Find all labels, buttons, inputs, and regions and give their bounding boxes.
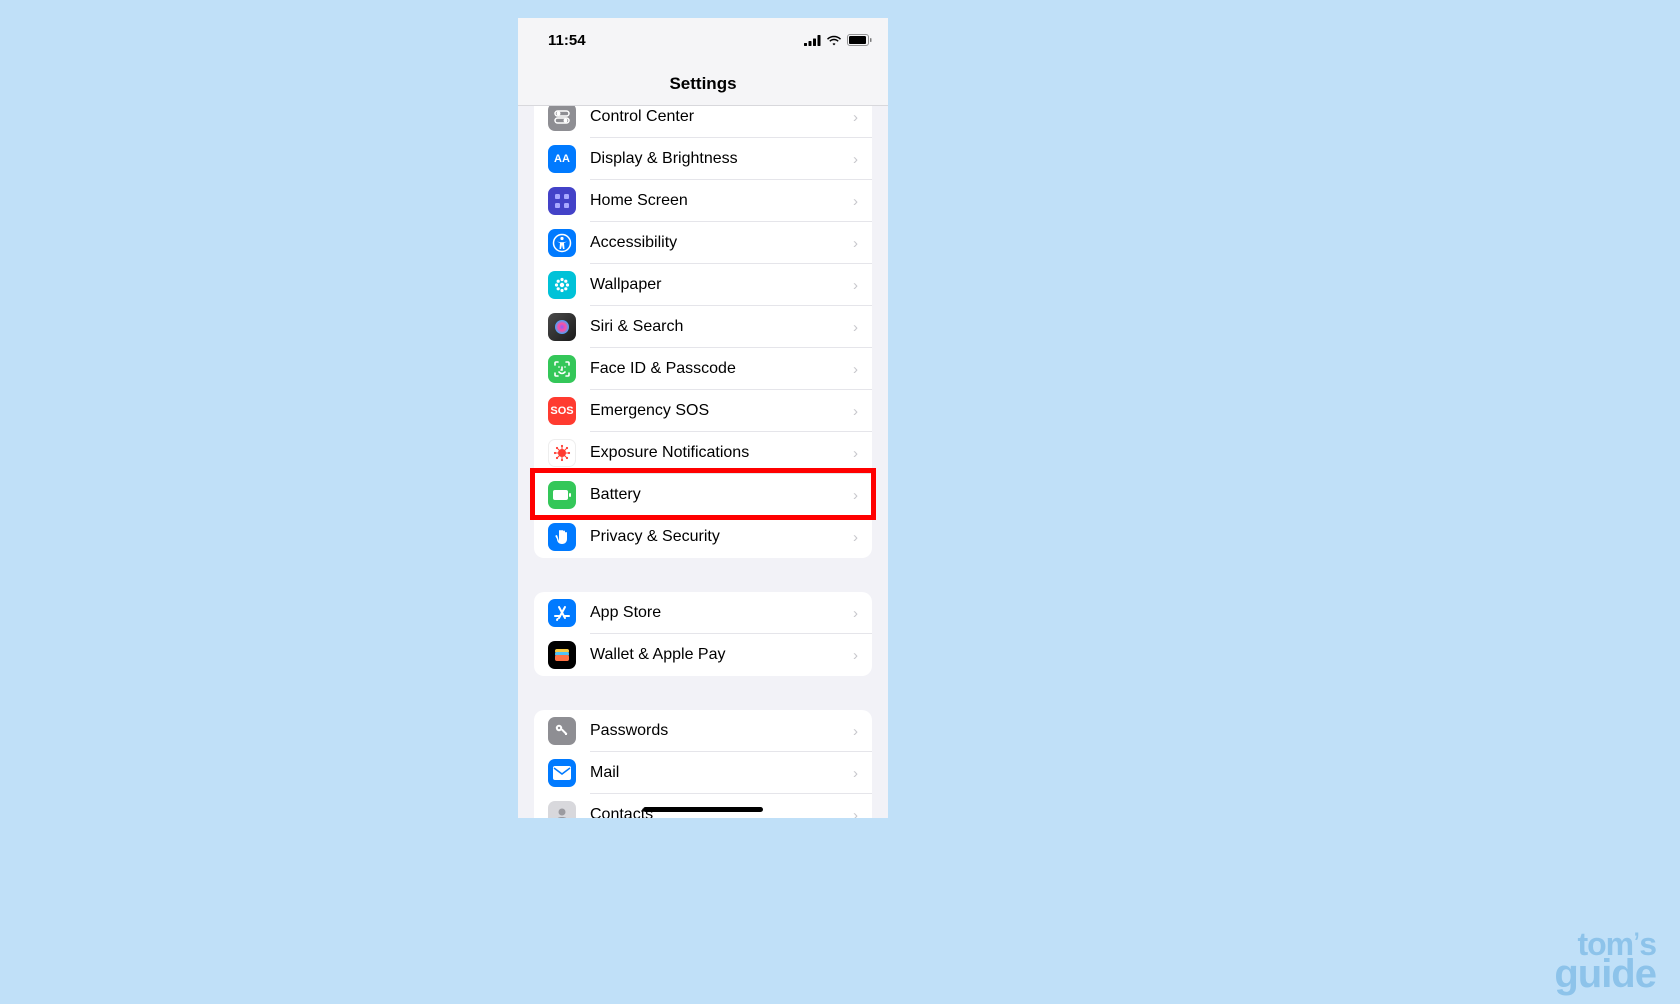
chevron-right-icon: › <box>853 647 858 664</box>
status-icons <box>804 34 872 46</box>
chevron-right-icon: › <box>853 605 858 622</box>
row-label: Battery <box>590 486 853 504</box>
row-passwords[interactable]: Passwords› <box>534 710 872 752</box>
row-mail[interactable]: Mail› <box>534 752 872 794</box>
chevron-right-icon: › <box>853 765 858 782</box>
virus-icon <box>548 439 576 467</box>
row-battery[interactable]: Battery› <box>534 474 872 516</box>
row-appstore[interactable]: App Store› <box>534 592 872 634</box>
row-label: Siri & Search <box>590 318 853 336</box>
row-privacy[interactable]: Privacy & Security› <box>534 516 872 558</box>
chevron-right-icon: › <box>853 487 858 504</box>
sos-icon: SOS <box>548 397 576 425</box>
chevron-right-icon: › <box>853 403 858 420</box>
settings-group: Control Center›AADisplay & Brightness›Ho… <box>534 106 872 558</box>
row-label: Mail <box>590 764 853 782</box>
toggles-icon <box>548 106 576 131</box>
row-exposure[interactable]: Exposure Notifications› <box>534 432 872 474</box>
wifi-icon <box>826 35 842 46</box>
settings-group: Passwords›Mail›Contacts› <box>534 710 872 818</box>
row-wallet[interactable]: Wallet & Apple Pay› <box>534 634 872 676</box>
settings-group: App Store›Wallet & Apple Pay› <box>534 592 872 676</box>
chevron-right-icon: › <box>853 361 858 378</box>
chevron-right-icon: › <box>853 319 858 336</box>
key-icon <box>548 717 576 745</box>
nav-header: Settings <box>518 62 888 106</box>
chevron-right-icon: › <box>853 151 858 168</box>
contact-icon <box>548 801 576 818</box>
chevron-right-icon: › <box>853 235 858 252</box>
text-size-icon: AA <box>548 145 576 173</box>
row-control-center[interactable]: Control Center› <box>534 106 872 138</box>
battery-icon <box>548 481 576 509</box>
page-title: Settings <box>669 74 736 94</box>
appstore-icon <box>548 599 576 627</box>
row-label: Display & Brightness <box>590 150 853 168</box>
grid-icon <box>548 187 576 215</box>
status-bar: 11:54 <box>518 18 888 62</box>
row-contacts[interactable]: Contacts› <box>534 794 872 818</box>
row-label: Exposure Notifications <box>590 444 853 462</box>
row-label: Accessibility <box>590 234 853 252</box>
row-label: Privacy & Security <box>590 528 853 546</box>
mail-icon <box>548 759 576 787</box>
row-label: Wallpaper <box>590 276 853 294</box>
chevron-right-icon: › <box>853 277 858 294</box>
flower-icon <box>548 271 576 299</box>
battery-status-icon <box>847 34 872 46</box>
row-display[interactable]: AA Display & Brightness› <box>534 138 872 180</box>
status-time: 11:54 <box>548 32 586 49</box>
row-label: Home Screen <box>590 192 853 210</box>
row-label: Face ID & Passcode <box>590 360 853 378</box>
row-label: Control Center <box>590 108 853 126</box>
wallet-icon <box>548 641 576 669</box>
row-accessibility[interactable]: Accessibility› <box>534 222 872 264</box>
row-faceid[interactable]: Face ID & Passcode› <box>534 348 872 390</box>
row-wallpaper[interactable]: Wallpaper› <box>534 264 872 306</box>
row-home-screen[interactable]: Home Screen› <box>534 180 872 222</box>
accessibility-icon <box>548 229 576 257</box>
chevron-right-icon: › <box>853 445 858 462</box>
home-indicator[interactable] <box>643 807 763 812</box>
watermark: tom’s guide <box>1554 932 1656 990</box>
row-label: App Store <box>590 604 853 622</box>
row-label: Emergency SOS <box>590 402 853 420</box>
hand-icon <box>548 523 576 551</box>
row-sos[interactable]: SOS Emergency SOS› <box>534 390 872 432</box>
row-label: Wallet & Apple Pay <box>590 646 853 664</box>
siri-icon <box>548 313 576 341</box>
chevron-right-icon: › <box>853 807 858 819</box>
settings-list[interactable]: Control Center›AADisplay & Brightness›Ho… <box>518 106 888 818</box>
phone-frame: 11:54 Settings Control Center›AADisplay … <box>518 18 888 818</box>
row-label: Passwords <box>590 722 853 740</box>
faceid-icon <box>548 355 576 383</box>
chevron-right-icon: › <box>853 193 858 210</box>
cell-signal-icon <box>804 35 821 46</box>
chevron-right-icon: › <box>853 109 858 126</box>
row-siri[interactable]: Siri & Search› <box>534 306 872 348</box>
chevron-right-icon: › <box>853 723 858 740</box>
chevron-right-icon: › <box>853 529 858 546</box>
